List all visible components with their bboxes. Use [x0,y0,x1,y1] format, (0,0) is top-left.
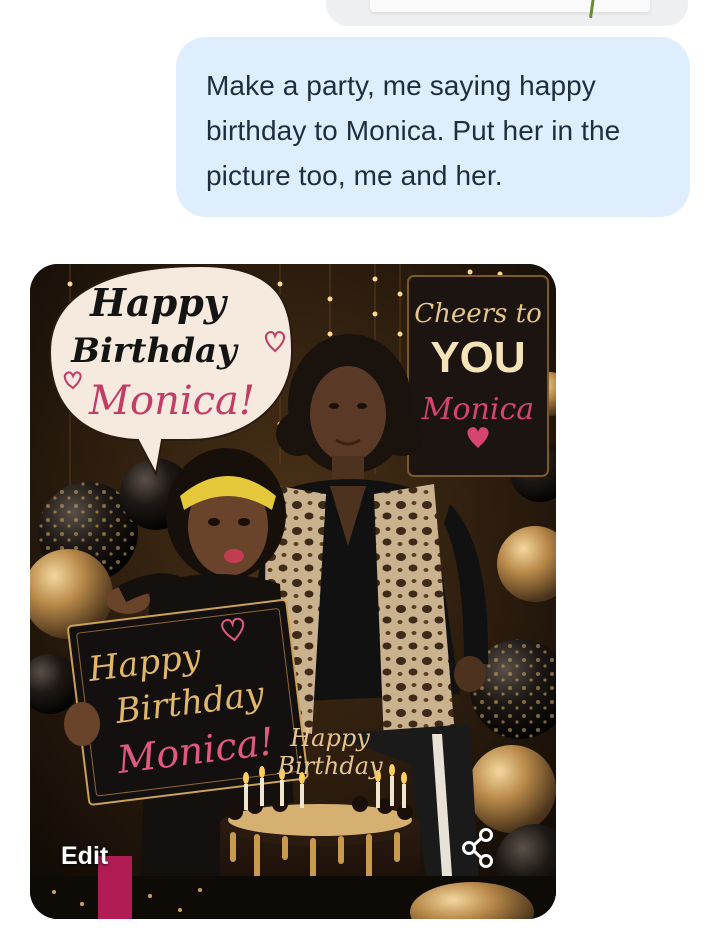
edit-button[interactable]: Edit [61,836,145,876]
previous-image [370,0,650,12]
bubble-line3: Monica! [88,378,255,424]
generated-image[interactable]: Cheers to YOU Monica Happy Birthday Moni… [30,264,556,919]
party-illustration: Cheers to YOU Monica Happy Birthday Moni… [30,264,556,919]
bubble-line1: Happy [89,280,229,325]
held-sign: Happy Birthday Monica! [67,598,309,806]
previous-image-card[interactable] [326,0,688,26]
bubble-line2: Birthday [70,331,239,371]
topper-line1: Happy [289,724,370,752]
banner-line1: Cheers to [414,299,542,329]
banner-line3: Monica [421,392,534,427]
chat-page: Make a party, me saying happy birthday t… [0,0,720,932]
topper-line2: Birthday [276,752,383,780]
share-button[interactable] [458,826,502,870]
cheers-banner: Cheers to YOU Monica [407,275,549,477]
share-icon [462,828,493,868]
banner-line2: YOU [430,333,525,382]
user-message-bubble: Make a party, me saying happy birthday t… [176,37,690,217]
user-message-text: Make a party, me saying happy birthday t… [206,70,621,191]
